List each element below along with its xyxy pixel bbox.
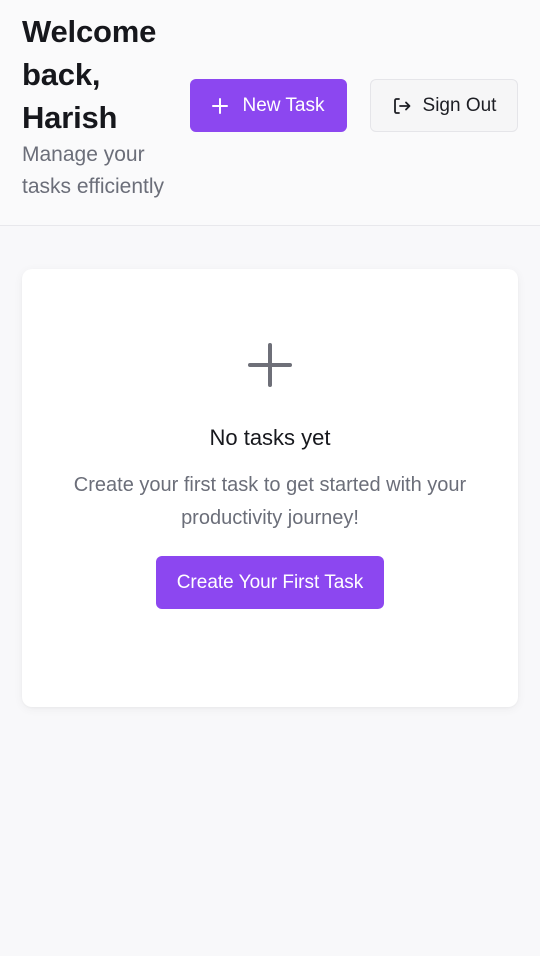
header-subtitle: Manage your tasks efficiently xyxy=(22,143,165,198)
sign-out-label: Sign Out xyxy=(422,94,497,116)
sign-out-button[interactable]: Sign Out xyxy=(370,79,518,132)
plus-icon xyxy=(248,343,292,387)
empty-state-title: No tasks yet xyxy=(209,425,331,450)
new-task-button[interactable]: New Task xyxy=(190,79,347,132)
new-task-label: New Task xyxy=(242,94,325,116)
create-first-task-button[interactable]: Create Your First Task xyxy=(156,556,384,609)
app-header: Welcome back, Harish Manage your tasks e… xyxy=(0,0,540,226)
empty-state-card: No tasks yet Create your first task to g… xyxy=(22,269,518,707)
welcome-heading: Welcome back, Harish xyxy=(22,14,157,135)
empty-state-description: Create your first task to get started wi… xyxy=(73,474,467,529)
plus-icon xyxy=(212,97,229,114)
sign-out-icon xyxy=(393,97,410,114)
